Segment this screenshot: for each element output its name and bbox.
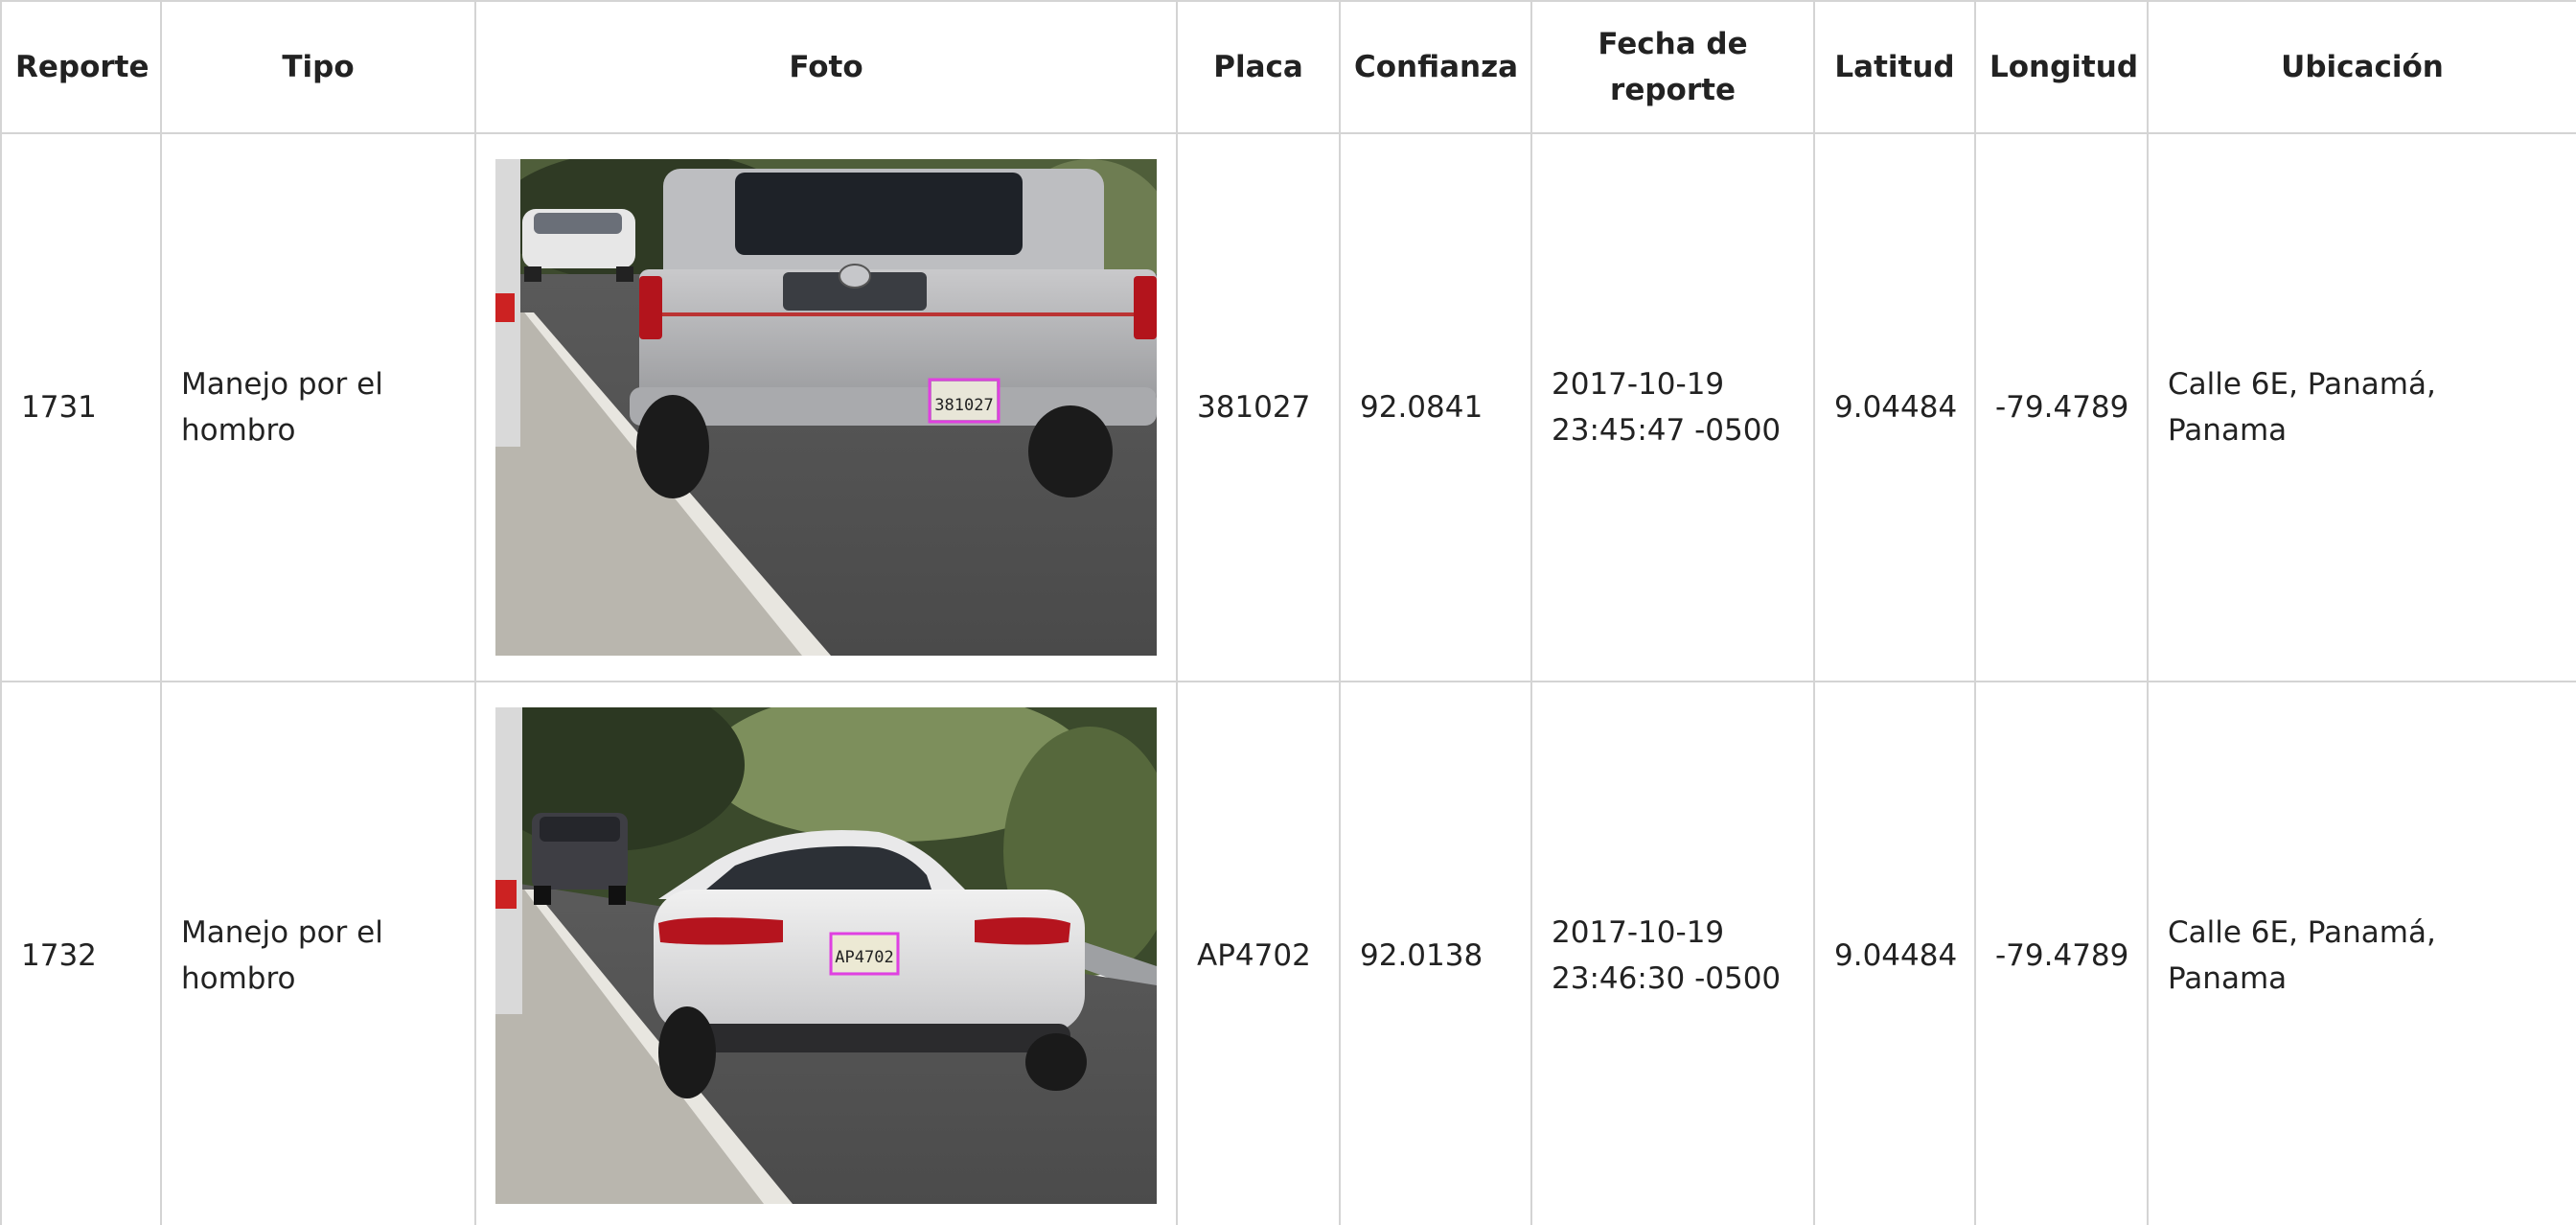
photo-plate-text: 381027 — [934, 396, 993, 415]
cell-tipo: Manejo por el hombro — [160, 681, 476, 1225]
table-row: 1732 Manejo por el hombro AP4702 AP4702 … — [0, 681, 2576, 1225]
header-longitud: Longitud — [1974, 0, 2149, 134]
header-fecha-line2: reporte — [1610, 73, 1736, 107]
cell-latitud: 9.04484 — [1813, 681, 1976, 1225]
cell-confianza: 92.0138 — [1339, 681, 1532, 1225]
cell-placa: 381027 — [1176, 132, 1341, 682]
cell-foto: AP4702 — [474, 681, 1178, 1225]
photo-plate-text: AP4702 — [835, 948, 893, 967]
header-placa: Placa — [1176, 0, 1341, 134]
header-fecha: Fecha de reporte — [1530, 0, 1815, 134]
cell-longitud: -79.4789 — [1974, 132, 2149, 682]
cell-placa: AP4702 — [1176, 681, 1341, 1225]
cell-fecha: 2017-10-19 23:45:47 -0500 — [1530, 132, 1815, 682]
cell-fecha-date: 2017-10-19 — [1552, 367, 1725, 402]
header-foto: Foto — [474, 0, 1178, 134]
table-row: 1731 Manejo por el hombro 381027 381027 … — [0, 132, 2576, 682]
vehicle-photo-pickup[interactable]: 381027 — [495, 159, 1157, 656]
cell-reporte: 1732 — [0, 681, 162, 1225]
header-ubicacion: Ubicación — [2147, 0, 2576, 134]
cell-latitud: 9.04484 — [1813, 132, 1976, 682]
cell-confianza: 92.0841 — [1339, 132, 1532, 682]
header-fecha-line1: Fecha de — [1598, 27, 1748, 61]
cell-fecha: 2017-10-19 23:46:30 -0500 — [1530, 681, 1815, 1225]
cell-fecha-time: 23:46:30 -0500 — [1552, 961, 1782, 996]
header-confianza: Confianza — [1339, 0, 1532, 134]
header-reporte: Reporte — [0, 0, 162, 134]
cell-fecha-time: 23:45:47 -0500 — [1552, 413, 1782, 448]
vehicle-photo-sedan[interactable]: AP4702 — [495, 707, 1157, 1204]
cell-tipo: Manejo por el hombro — [160, 132, 476, 682]
cell-ubicacion: Calle 6E, Panamá, Panama — [2147, 681, 2576, 1225]
table-header-row: Reporte Tipo Foto Placa Confianza Fecha … — [0, 0, 2576, 134]
reports-table: Reporte Tipo Foto Placa Confianza Fecha … — [0, 0, 2576, 1225]
cell-ubicacion: Calle 6E, Panamá, Panama — [2147, 132, 2576, 682]
header-tipo: Tipo — [160, 0, 476, 134]
header-latitud: Latitud — [1813, 0, 1976, 134]
cell-longitud: -79.4789 — [1974, 681, 2149, 1225]
cell-fecha-date: 2017-10-19 — [1552, 915, 1725, 950]
cell-foto: 381027 — [474, 132, 1178, 682]
cell-reporte: 1731 — [0, 132, 162, 682]
